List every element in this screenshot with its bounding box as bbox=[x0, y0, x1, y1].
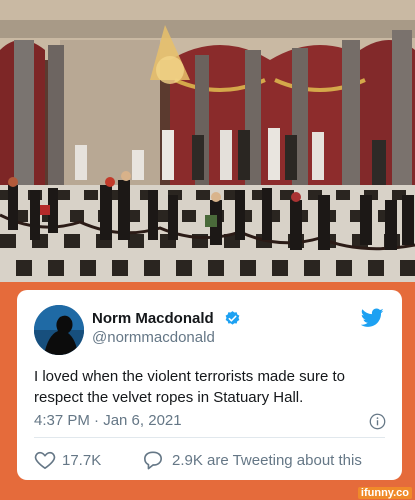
avatar-image bbox=[34, 305, 84, 355]
verified-badge-icon bbox=[225, 311, 240, 325]
display-name[interactable]: Norm Macdonald bbox=[92, 310, 214, 327]
divider bbox=[34, 437, 385, 438]
like-count: 17.7K bbox=[62, 451, 102, 469]
tweet-text: I loved when the violent terrorists made… bbox=[34, 368, 345, 406]
avatar[interactable] bbox=[34, 305, 84, 355]
reply-count-text: 2.9K are Tweeting about this bbox=[172, 451, 362, 469]
tweet-card[interactable]: Norm Macdonald @normmacdonald I loved wh… bbox=[17, 290, 402, 480]
like-button[interactable]: 17.7K bbox=[34, 450, 101, 470]
watermark: ifunny.co bbox=[357, 487, 412, 499]
reply-conversation-link[interactable]: 2.9K are Tweeting about this bbox=[142, 450, 362, 470]
tweet-frame: Norm Macdonald @normmacdonald I loved wh… bbox=[0, 282, 415, 500]
tweet-timestamp[interactable]: 4:37 PM · Jan 6, 2021 bbox=[34, 412, 182, 429]
heart-icon bbox=[34, 451, 56, 469]
reply-bubble-icon bbox=[144, 451, 162, 470]
info-icon[interactable] bbox=[369, 413, 386, 430]
statuary-hall-photo bbox=[0, 0, 415, 282]
user-handle[interactable]: @normmacdonald bbox=[92, 329, 215, 346]
twitter-bird-icon[interactable] bbox=[361, 308, 384, 328]
